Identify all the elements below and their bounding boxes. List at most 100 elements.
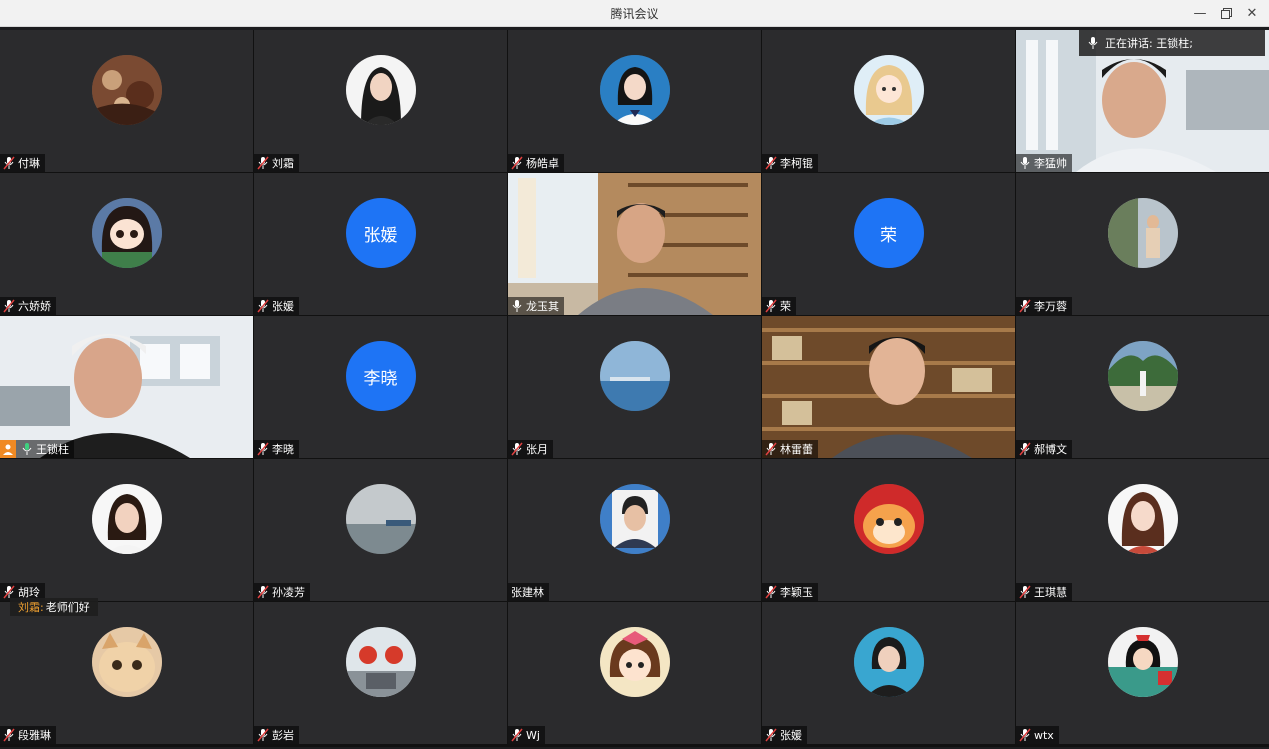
- participant-tile[interactable]: 孙凌芳: [254, 459, 507, 601]
- title-bar: 腾讯会议 — ✕: [0, 0, 1269, 27]
- mic-muted-icon: [765, 442, 777, 456]
- initials-avatar: 张媛: [345, 198, 416, 268]
- avatar: [1107, 198, 1178, 268]
- participant-tile[interactable]: 张媛: [762, 602, 1015, 744]
- avatar: [853, 484, 924, 554]
- mic-muted-icon: [257, 156, 269, 170]
- nametag: 李万蓉: [1016, 297, 1072, 315]
- avatar: [599, 55, 670, 125]
- participant-grid: 付琳 刘霜 杨皓卓 李柯锟 李猛帅 六娇娇 张媛 张媛 龙玉其 荣 荣 李万蓉 …: [0, 30, 1269, 747]
- chat-bubble[interactable]: 刘霜: 老师们好: [10, 598, 98, 616]
- nametag: 杨皓卓: [508, 154, 564, 172]
- mic-icon: [1019, 156, 1031, 170]
- participant-tile[interactable]: 彭岩: [254, 602, 507, 744]
- participant-name: 张媛: [272, 300, 294, 313]
- participant-tile[interactable]: 王琪慧: [1016, 459, 1269, 601]
- chat-message: 老师们好: [45, 601, 90, 614]
- participant-tile[interactable]: 林雷蕾: [762, 316, 1015, 458]
- mic-muted-icon: [3, 728, 15, 742]
- participant-name: 张建林: [511, 586, 544, 599]
- participant-tile[interactable]: 张建林: [508, 459, 761, 601]
- nametag: 刘霜: [254, 154, 299, 172]
- participant-tile[interactable]: 刘霜: [254, 30, 507, 172]
- participant-tile[interactable]: 六娇娇: [0, 173, 253, 315]
- nametag: 段雅琳: [0, 726, 56, 744]
- avatar: [91, 55, 162, 125]
- participant-tile[interactable]: 王锁柱: [0, 316, 253, 458]
- mic-speaking-icon: [21, 442, 33, 456]
- window-title: 腾讯会议: [610, 7, 659, 21]
- participant-tile[interactable]: 李颖玉: [762, 459, 1015, 601]
- participant-tile[interactable]: wtx: [1016, 602, 1269, 744]
- nametag: 张媛: [762, 726, 807, 744]
- video-feed: [0, 316, 253, 458]
- participant-tile[interactable]: 李晓 李晓: [254, 316, 507, 458]
- nametag: 张媛: [254, 297, 299, 315]
- avatar: [1107, 627, 1178, 697]
- mic-muted-icon: [1019, 442, 1031, 456]
- participant-name: 李万蓉: [1034, 300, 1067, 313]
- participant-tile[interactable]: 龙玉其: [508, 173, 761, 315]
- nametag: 李猛帅: [1016, 154, 1072, 172]
- nametag: wtx: [1016, 726, 1059, 744]
- participant-name: 孙凌芳: [272, 586, 305, 599]
- participant-name: 段雅琳: [18, 729, 51, 742]
- participant-tile[interactable]: 胡玲: [0, 459, 253, 601]
- nametag: 荣: [762, 297, 796, 315]
- participant-name: 李晓: [272, 443, 294, 456]
- participant-tile[interactable]: Wj: [508, 602, 761, 744]
- participant-tile[interactable]: 郝博文: [1016, 316, 1269, 458]
- mic-muted-icon: [257, 585, 269, 599]
- participant-tile[interactable]: 张媛 张媛: [254, 173, 507, 315]
- mic-muted-icon: [257, 299, 269, 313]
- mic-speaking-icon: [1087, 36, 1099, 50]
- mic-muted-icon: [765, 299, 777, 313]
- video-feed: [508, 173, 761, 315]
- participant-tile[interactable]: 杨皓卓: [508, 30, 761, 172]
- avatar: [345, 627, 416, 697]
- nametag: 彭岩: [254, 726, 299, 744]
- video-feed: [762, 316, 1015, 458]
- mic-muted-icon: [511, 728, 523, 742]
- participant-name: wtx: [1034, 728, 1054, 742]
- participant-tile[interactable]: 李万蓉: [1016, 173, 1269, 315]
- participant-name: 李柯锟: [780, 157, 813, 170]
- mic-muted-icon: [3, 585, 15, 599]
- participant-name: 张月: [526, 443, 548, 456]
- nametag: 王锁柱: [0, 440, 74, 458]
- nametag: 李颖玉: [762, 583, 818, 601]
- participant-tile[interactable]: 付琳: [0, 30, 253, 172]
- participant-tile[interactable]: 段雅琳: [0, 602, 253, 744]
- participant-tile[interactable]: 张月: [508, 316, 761, 458]
- minimize-icon[interactable]: —: [1189, 3, 1211, 23]
- mic-muted-icon: [511, 442, 523, 456]
- nametag: 王琪慧: [1016, 583, 1072, 601]
- mic-muted-icon: [765, 156, 777, 170]
- avatar: [345, 55, 416, 125]
- mic-icon: [511, 299, 523, 313]
- avatar: [91, 627, 162, 697]
- nametag: 林雷蕾: [762, 440, 818, 458]
- mic-muted-icon: [257, 728, 269, 742]
- participant-name: 刘霜: [272, 157, 294, 170]
- nametag: 付琳: [0, 154, 45, 172]
- mic-muted-icon: [3, 156, 15, 170]
- nametag: 张月: [508, 440, 553, 458]
- nametag: 李晓: [254, 440, 299, 458]
- avatar: [853, 55, 924, 125]
- close-icon[interactable]: ✕: [1241, 3, 1263, 23]
- participant-tile[interactable]: 荣 荣: [762, 173, 1015, 315]
- avatar: [1107, 484, 1178, 554]
- participant-name: 龙玉其: [526, 300, 559, 313]
- restore-icon[interactable]: [1215, 3, 1237, 23]
- participant-name: 王琪慧: [1034, 586, 1067, 599]
- avatar: [599, 484, 670, 554]
- nametag: 六娇娇: [0, 297, 56, 315]
- nametag: 龙玉其: [508, 297, 564, 315]
- host-icon: [0, 440, 16, 458]
- participant-tile[interactable]: 李柯锟: [762, 30, 1015, 172]
- participant-name: 郝博文: [1034, 443, 1067, 456]
- participant-name: 李猛帅: [1034, 157, 1067, 170]
- avatar: [599, 627, 670, 697]
- nametag: 李柯锟: [762, 154, 818, 172]
